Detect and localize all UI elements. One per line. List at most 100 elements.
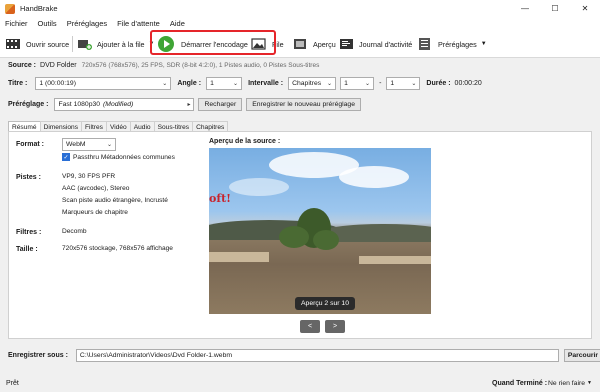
when-done-select[interactable]: Ne rien faire ▼ (548, 380, 592, 387)
start-encode-highlight (150, 30, 276, 55)
menu-presets[interactable]: Préréglages (62, 19, 112, 28)
format-select[interactable]: WebM ⌄ (62, 138, 116, 151)
chevron-down-icon: ▼ (480, 41, 487, 47)
preview-button[interactable]: Aperçu (294, 34, 336, 54)
terminal-log-icon (340, 39, 353, 49)
angle-select[interactable]: 1 ⌄ (206, 76, 243, 90)
preset-modified: (Modified) (103, 100, 134, 108)
preview-counter: Aperçu 2 sur 10 (295, 297, 355, 310)
status-text: Prêt (6, 379, 19, 387)
toolbar: Ouvrir source Ajouter à la file ▼ Démarr… (0, 30, 600, 58)
reload-button[interactable]: Recharger (198, 97, 243, 111)
format-value: WebM (66, 141, 86, 148)
add-to-queue-label: Ajouter à la file (97, 39, 145, 49)
presets-list-icon (419, 38, 430, 50)
tracks-label: Pistes : (16, 174, 41, 181)
track-item: Scan piste audio étrangère, Incrusté (62, 197, 168, 204)
range-type-select[interactable]: Chapitres ⌄ (288, 76, 337, 90)
range-label: Intervalle : (248, 79, 284, 87)
track-item: AAC (avcodec), Stereo (62, 185, 130, 192)
chevron-down-icon: ⌄ (233, 80, 239, 87)
minimize-button[interactable]: — (510, 0, 540, 17)
preset-label: Préréglage : (8, 100, 49, 108)
title-label: Titre : (8, 79, 28, 87)
title-value: 1 (00:00:19) (39, 79, 76, 87)
track-item: VP9, 30 FPS PFR (62, 173, 116, 180)
tree-shape (313, 230, 339, 250)
browse-button[interactable]: Parcourir (563, 348, 600, 362)
chevron-down-icon: ▼ (587, 380, 592, 386)
preset-value: Fast 1080p30 (58, 100, 101, 108)
title-select[interactable]: 1 (00:00:19) ⌄ (35, 76, 172, 90)
source-name: DVD Folder (40, 62, 77, 69)
preview-icon (294, 39, 306, 49)
range-start-value: 1 (344, 79, 348, 87)
video-overlay-text: oft! (209, 192, 231, 205)
cloud-shape (229, 178, 289, 196)
range-end-value: 1 (390, 79, 395, 87)
source-label: Source : (8, 62, 37, 69)
duration-label: Durée : (426, 79, 451, 87)
size-value: 720x576 stockage, 768x576 affichage (62, 245, 173, 252)
tree-shape (279, 226, 309, 248)
preview-label: Aperçu (313, 39, 336, 49)
track-item: Marqueurs de chapitre (62, 209, 128, 216)
format-label: Format : (16, 141, 44, 148)
destination-path-value: C:\Users\Administrator\Videos\Dvd Folder… (79, 351, 233, 359)
next-preview-button[interactable]: > (325, 320, 345, 333)
chevron-right-icon: ▸ (187, 101, 191, 108)
ground-wall (209, 252, 269, 262)
cloud-shape (339, 166, 409, 188)
open-source-label: Ouvrir source (26, 39, 70, 49)
presets-label: Préréglages (438, 39, 477, 49)
when-done-label: Quand Terminé : (492, 379, 548, 387)
chevron-down-icon: ⌄ (411, 80, 417, 87)
open-source-button[interactable]: Ouvrir source (5, 34, 69, 54)
menu-tools[interactable]: Outils (33, 19, 62, 28)
chevron-down-icon: ⌄ (162, 80, 168, 87)
close-button[interactable]: ✕ (570, 0, 600, 17)
maximize-button[interactable]: ☐ (540, 0, 570, 17)
chevron-down-icon: ⌄ (365, 80, 371, 87)
add-to-queue-button[interactable]: Ajouter à la file ▼ (78, 34, 155, 54)
preset-select[interactable]: Fast 1080p30 (Modified) ▸ (54, 97, 195, 111)
menu-help[interactable]: Aide (165, 19, 190, 28)
toolbar-divider (72, 36, 73, 52)
chevron-down-icon: ⌄ (327, 80, 333, 87)
menu-bar: Fichier Outils Préréglages File d'attent… (0, 17, 600, 30)
destination-path-input[interactable]: C:\Users\Administrator\Videos\Dvd Folder… (75, 348, 559, 362)
source-info: 720x576 (768x576), 25 FPS, SDR (8-bit 4:… (81, 62, 320, 69)
passthru-metadata-option: ✓ Passthru Métadonnées communes (62, 153, 175, 161)
size-label: Taille : (16, 246, 38, 253)
activity-log-label: Journal d'activité (359, 39, 413, 49)
add-queue-icon (78, 40, 92, 50)
range-separator: - (379, 79, 382, 87)
range-start-select[interactable]: 1 ⌄ (340, 76, 375, 90)
presets-button[interactable]: Préréglages ▼ (419, 34, 487, 54)
passthru-checkbox[interactable]: ✓ (62, 153, 70, 161)
menu-queue[interactable]: File d'attente (112, 19, 165, 28)
range-end-select[interactable]: 1 ⌄ (386, 76, 421, 90)
save-as-row: Enregistrer sous : C:\Users\Administrato… (8, 348, 600, 362)
film-strip-icon (6, 39, 20, 49)
preset-row: Préréglage : Fast 1080p30 (Modified) ▸ R… (8, 97, 600, 111)
angle-value: 1 (210, 79, 214, 87)
title-bar: HandBrake — ☐ ✕ (0, 0, 600, 17)
activity-log-button[interactable]: Journal d'activité (340, 34, 412, 54)
angle-label: Angle : (177, 79, 202, 87)
handbrake-logo-icon (5, 3, 15, 14)
save-new-preset-button[interactable]: Enregistrer le nouveau préréglage (246, 97, 361, 111)
source-preview-image: oft! Aperçu 2 sur 10 (209, 148, 431, 314)
duration-value: 00:00:20 (454, 79, 482, 87)
title-row: Titre : 1 (00:00:19) ⌄ Angle : 1 ⌄ Interva… (8, 76, 600, 90)
previous-preview-button[interactable]: < (300, 320, 320, 333)
save-as-label: Enregistrer sous : (8, 351, 68, 359)
passthru-label: Passthru Métadonnées communes (73, 153, 175, 161)
menu-file[interactable]: Fichier (0, 19, 33, 28)
preview-heading: Aperçu de la source : (209, 138, 281, 145)
when-done-value: Ne rien faire (548, 379, 586, 387)
chevron-down-icon: ⌄ (106, 142, 112, 148)
window-title: HandBrake (20, 4, 58, 13)
status-bar: Prêt Quand Terminé : Ne rien faire ▼ (0, 374, 600, 392)
source-row: Source : DVD Folder 720x576 (768x576), 2… (8, 60, 600, 71)
